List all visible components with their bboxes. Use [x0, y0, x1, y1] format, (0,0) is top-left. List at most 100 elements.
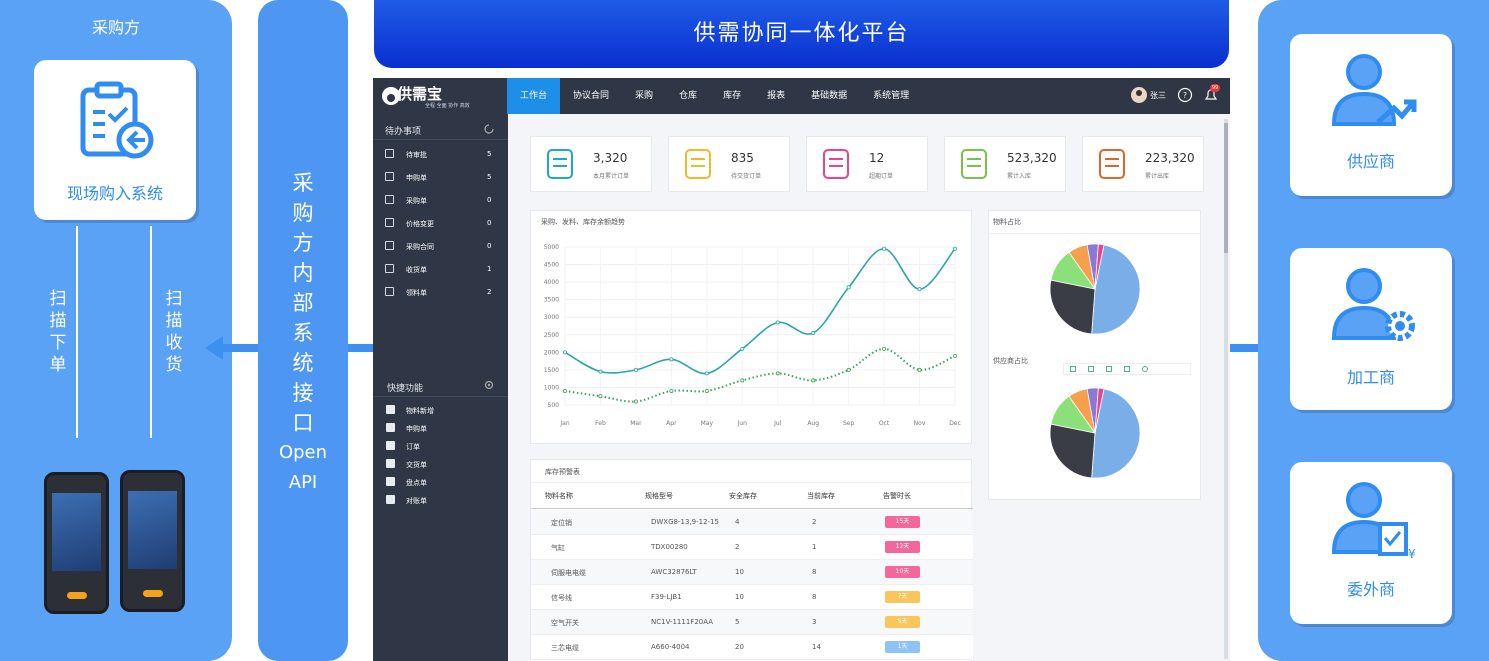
series-point: [775, 371, 780, 376]
series-point: [846, 367, 851, 372]
x-tick-label: Jun: [737, 420, 748, 427]
th-alert: 告警时长: [883, 492, 911, 500]
quick-item-label[interactable]: 交货单: [406, 460, 427, 470]
todo-item-label[interactable]: 价格变更: [406, 219, 434, 229]
nav-warehouse[interactable]: 仓库: [666, 78, 710, 114]
nav-report[interactable]: 报表: [754, 78, 798, 114]
table-row: 气缸 TDX00280 2 1 12天: [531, 535, 973, 560]
quick-checkbox[interactable]: [386, 495, 395, 504]
x-tick-label: Aug: [807, 420, 819, 427]
nav-contract[interactable]: 协议合同: [560, 78, 622, 114]
user-name[interactable]: 张三: [1150, 90, 1166, 101]
quick-checkbox[interactable]: [386, 441, 395, 450]
series-point: [669, 388, 674, 393]
series-point: [563, 388, 568, 393]
todo-item-icon: [385, 287, 394, 296]
quick-item-label[interactable]: 申购单: [406, 424, 427, 434]
quick-item-label[interactable]: 盘点单: [406, 478, 427, 488]
toolbar-save-icon[interactable]: [1070, 366, 1076, 372]
todo-item-label[interactable]: 待审批: [406, 150, 427, 160]
toolbar-export-icon[interactable]: [1124, 366, 1130, 372]
quick-item-label[interactable]: 对账单: [406, 496, 427, 506]
quick-checkbox[interactable]: [386, 459, 395, 468]
todo-item-icon: [385, 264, 394, 273]
series-point: [598, 369, 603, 374]
nav-inventory[interactable]: 库存: [710, 78, 754, 114]
trend-chart: 500 1000 1500 2000 2500 3000 3500 4000 4500 5000 J…: [544, 244, 961, 427]
stat-label: 累计出库: [1145, 173, 1170, 180]
x-tick-label: Sep: [843, 420, 855, 427]
alert-tag: 10天: [885, 566, 920, 578]
series-point: [952, 353, 957, 358]
todo-item-icon: [385, 218, 394, 227]
toolbar-settings-icon[interactable]: [1142, 366, 1148, 372]
stat-card: 223,320 累计出库: [1082, 136, 1204, 192]
api-label: 采 购 方 内 部 系 统 接 口 Open API: [278, 171, 328, 493]
alert-tag: 5天: [885, 616, 920, 628]
supplier-pie: [1049, 387, 1141, 479]
todo-item-label[interactable]: 申购单: [406, 173, 427, 183]
table-title: 库存预警表: [545, 468, 580, 476]
pie-card: 物料占比 供应商占比: [988, 210, 1202, 500]
nav-purchase[interactable]: 采购: [622, 78, 666, 114]
cell-spec: DWXG8-13,9-12-15: [651, 518, 719, 526]
todo-item-label[interactable]: 收货单: [406, 265, 427, 275]
stat-value: 523,320: [1007, 151, 1057, 165]
nav-basic-data[interactable]: 基础数据: [798, 78, 860, 114]
processor-icon: [1331, 268, 1415, 341]
x-tick-label: Feb: [595, 420, 606, 427]
series-point: [598, 394, 603, 399]
scan-order-text: 扫描下单: [49, 289, 67, 375]
refresh-icon[interactable]: [483, 123, 495, 135]
quick-checkbox[interactable]: [386, 477, 395, 486]
app-sidebar: 待办事项 待审批 5 申购单 5 采购单 0 价格变更 0 采购合同 0 收货单 1 领料单 2 快捷功能…: [373, 114, 508, 661]
todo-item-label[interactable]: 采购单: [406, 196, 427, 206]
toolbar-data-icon[interactable]: [1106, 366, 1112, 372]
platform-banner: 供需协同一体化平台: [374, 0, 1229, 68]
y-tick-label: 5000: [544, 244, 559, 251]
quick-item-label[interactable]: 物料新增: [406, 406, 434, 416]
series-point: [704, 388, 709, 393]
quick-item-label[interactable]: 订单: [406, 442, 420, 452]
y-tick-label: 3000: [544, 314, 559, 321]
supplier-label: 供应商: [1346, 152, 1395, 171]
quick-checkbox[interactable]: [386, 405, 395, 414]
y-tick-label: 1000: [544, 384, 559, 391]
scan-order-line: [76, 226, 78, 438]
svg-text:?: ?: [1183, 91, 1187, 100]
cell-safe: 10: [735, 568, 744, 576]
quick-title: 快捷功能: [387, 384, 424, 394]
pie-slice: [1049, 279, 1096, 335]
series-point: [811, 331, 816, 336]
cell-name: 空气开关: [551, 619, 579, 627]
app-nav: 工作台 协议合同 采购 仓库 库存 报表 基础数据 系统管理: [507, 78, 922, 114]
platform-app: 供需宝 全程 全面 协作 高效 工作台 协议合同 采购 仓库 库存 报表 基础数…: [373, 78, 1230, 661]
stat-icon: [823, 149, 849, 179]
help-icon[interactable]: ?: [1177, 87, 1193, 103]
todo-item-label[interactable]: 采购合同: [406, 242, 434, 252]
toolbar-zoom-icon[interactable]: [1088, 366, 1094, 372]
pie-toolbar: [1063, 363, 1191, 375]
stat-card: 3,320 本月累计订单: [530, 136, 652, 192]
todo-item-count: 5: [487, 173, 492, 181]
app-main: 3,320 本月累计订单 835 待交货订单 12 超期订单 523,320 累…: [508, 114, 1230, 661]
series-point: [740, 346, 745, 351]
scrollbar-thumb[interactable]: [1224, 123, 1228, 253]
nav-workbench[interactable]: 工作台: [507, 78, 561, 114]
stat-value: 3,320: [593, 151, 628, 165]
todo-item-count: 0: [487, 242, 492, 250]
cell-current: 3: [812, 618, 817, 626]
stat-icon: [961, 149, 987, 179]
alert-tag: 15天: [885, 516, 920, 528]
cell-current: 8: [812, 593, 817, 601]
app-logo: 供需宝: [397, 85, 443, 103]
quick-checkbox[interactable]: [386, 423, 395, 432]
onsite-system-label: 现场购入系统: [66, 184, 163, 203]
material-pie: [1049, 243, 1141, 335]
series-point: [846, 285, 851, 290]
nav-system[interactable]: 系统管理: [860, 78, 922, 114]
avatar[interactable]: [1131, 87, 1147, 103]
x-tick-label: Jan: [559, 420, 569, 427]
settings-icon[interactable]: [483, 379, 495, 391]
todo-item-label[interactable]: 领料单: [406, 288, 427, 298]
